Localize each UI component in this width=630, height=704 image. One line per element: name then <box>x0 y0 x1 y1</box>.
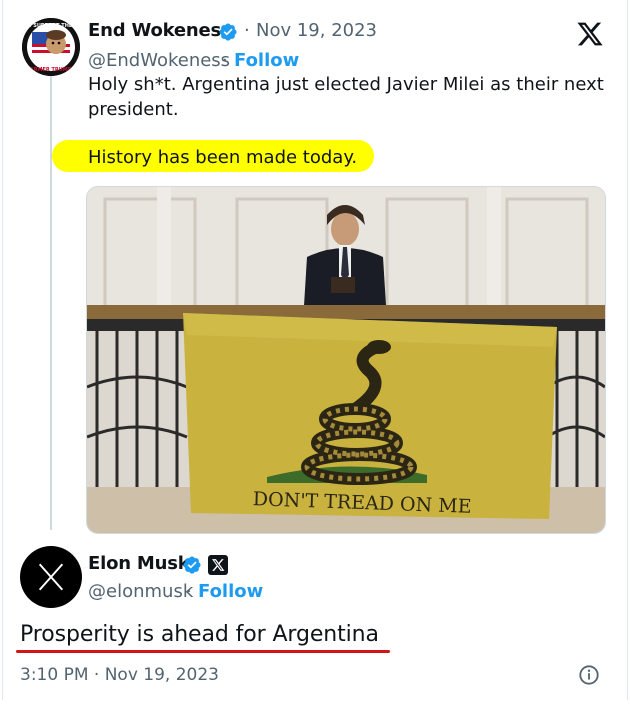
verified-badge-icon <box>183 556 201 574</box>
author-handle[interactable]: @EndWokeness <box>88 50 230 71</box>
tweet-separator: · <box>244 20 250 41</box>
thread-connector-line <box>50 76 52 530</box>
avatar[interactable]: I SUPPORT THE FARMER TRUMPS <box>22 18 80 76</box>
photo-scene: DON'T TREAD ON ME <box>87 187 605 533</box>
handle-separator: · <box>222 50 228 71</box>
tweet-text-line1: Holy sh*t. Argentina just elected Javier… <box>88 74 604 95</box>
reply-handle-separator: · <box>186 581 192 602</box>
x-affiliate-badge-icon <box>208 555 228 575</box>
red-underline-marker <box>16 650 390 653</box>
x-logo-icon[interactable] <box>576 20 604 48</box>
reply-timestamp[interactable]: 3:10 PM · Nov 19, 2023 <box>20 665 219 685</box>
reply-text: Prosperity is ahead for Argentina <box>20 622 379 647</box>
reply-author-name[interactable]: Elon Musk <box>88 553 190 574</box>
avatar-image: I SUPPORT THE FARMER TRUMPS <box>22 18 80 76</box>
tweet-text-highlight: History has been made today. <box>88 147 358 168</box>
author-name[interactable]: End Wokeness <box>88 20 232 41</box>
reply-handle[interactable]: @elonmusk <box>88 581 193 602</box>
info-icon[interactable] <box>578 664 600 686</box>
verified-badge-icon <box>219 23 237 41</box>
avatar-text-top: I SUPPORT THE <box>30 23 73 29</box>
x-avatar-logo-icon <box>38 563 64 591</box>
tweet-text-line2: president. <box>88 99 179 120</box>
tweet-date[interactable]: Nov 19, 2023 <box>256 20 377 41</box>
tweet-photo[interactable]: DON'T TREAD ON ME <box>86 186 606 534</box>
elon-avatar[interactable] <box>20 546 82 608</box>
follow-button[interactable]: Follow <box>234 50 299 71</box>
reply-follow-button[interactable]: Follow <box>198 581 263 602</box>
